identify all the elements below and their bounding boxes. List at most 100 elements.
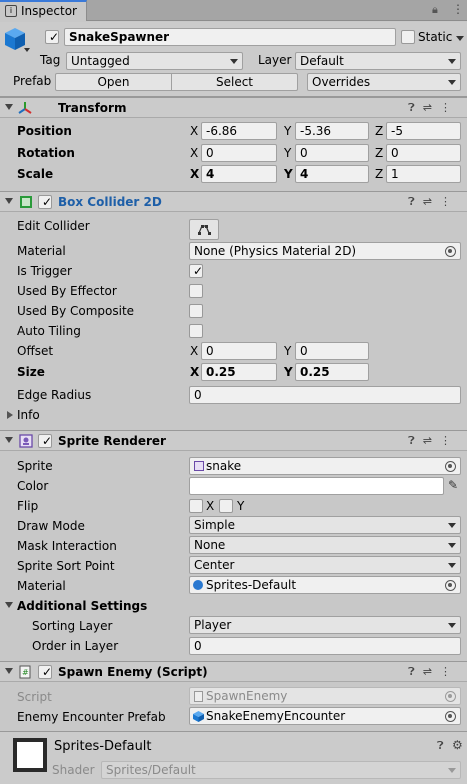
component-icons[interactable]: ❓︎⇌⋮ — [408, 195, 459, 209]
spawn-enemy-header[interactable]: # ✓ Spawn Enemy (Script) ❓︎⇌⋮ — [0, 661, 467, 682]
material-label: Material — [17, 244, 66, 258]
edge-radius-input[interactable]: 0 — [189, 386, 461, 404]
open-button[interactable]: Open — [55, 73, 172, 91]
object-picker-icon[interactable] — [445, 246, 456, 257]
tab-menu-icon[interactable]: ⋮ — [452, 2, 464, 16]
sprite-row: Sprite snake — [0, 456, 467, 476]
scale-y-input[interactable]: 4 — [295, 165, 369, 183]
script-asset-icon — [194, 691, 203, 702]
more-icon[interactable]: ⋮ — [440, 434, 459, 447]
order-in-layer-label: Order in Layer — [32, 639, 119, 653]
component-icons[interactable]: ❓︎⇌⋮ — [408, 101, 459, 115]
position-z-input[interactable]: -5 — [386, 122, 461, 140]
foldout-arrow-icon[interactable] — [5, 198, 13, 204]
tab-label: Inspector — [21, 4, 77, 18]
help-icon[interactable]: ❓︎ — [408, 434, 423, 447]
presets-icon[interactable]: ⇌ — [423, 101, 440, 114]
active-checkbox[interactable]: ✓ — [45, 30, 59, 44]
more-icon[interactable]: ⋮ — [440, 101, 459, 114]
order-in-layer-input[interactable]: 0 — [189, 637, 461, 655]
scale-x-input[interactable]: 4 — [201, 165, 277, 183]
script-value: SpawnEnemy — [206, 689, 288, 703]
color-swatch[interactable] — [189, 477, 444, 495]
more-icon[interactable]: ⋮ — [440, 665, 459, 678]
draw-mode-value: Simple — [194, 518, 235, 532]
scale-z-input[interactable]: 1 — [386, 165, 461, 183]
collider-material-field[interactable]: None (Physics Material 2D) — [189, 242, 461, 260]
object-picker-icon[interactable] — [445, 461, 456, 472]
rotation-y-input[interactable]: 0 — [295, 144, 369, 162]
chevron-down-icon[interactable] — [24, 48, 30, 52]
presets-icon[interactable]: ⇌ — [423, 434, 440, 447]
tag-dropdown[interactable]: Untagged — [66, 52, 243, 70]
help-icon[interactable]: ❓︎ — [408, 665, 423, 678]
lock-icon[interactable]: 🔒︎ — [432, 3, 438, 17]
box-collider-header[interactable]: ✓ Box Collider 2D ❓︎⇌⋮ — [0, 191, 467, 212]
position-x-input[interactable]: -6.86 — [201, 122, 277, 140]
info-row[interactable]: Info — [0, 405, 467, 425]
foldout-arrow-icon[interactable] — [5, 104, 13, 110]
help-icon[interactable]: ❓︎ — [408, 195, 423, 208]
is-trigger-checkbox[interactable]: ✓ — [189, 264, 203, 278]
material-preview[interactable] — [13, 738, 47, 772]
auto-tiling-checkbox[interactable] — [189, 324, 203, 338]
used-by-composite-checkbox[interactable] — [189, 304, 203, 318]
transform-header[interactable]: Transform ❓︎⇌⋮ — [0, 97, 467, 118]
collider-material-value: None (Physics Material 2D) — [194, 244, 357, 258]
component-icons[interactable]: ❓︎⇌⋮ — [408, 665, 459, 679]
offset-x-input[interactable]: 0 — [201, 342, 277, 360]
position-y-input[interactable]: -5.36 — [295, 122, 369, 140]
additional-settings-row[interactable]: Additional Settings — [0, 596, 467, 616]
size-x-input[interactable]: 0.25 — [201, 363, 277, 381]
enemy-encounter-prefab-field[interactable]: SnakeEnemyEncounter — [189, 707, 461, 725]
script-field: SpawnEnemy — [189, 687, 461, 705]
sorting-layer-dropdown[interactable]: Player — [189, 616, 461, 634]
sprite-asset-icon — [194, 461, 204, 471]
eyedropper-icon[interactable]: ✎ — [448, 478, 458, 492]
draw-mode-dropdown[interactable]: Simple — [189, 516, 461, 534]
sprite-material-field[interactable]: Sprites-Default — [189, 576, 461, 594]
help-icon[interactable]: ❓︎ — [408, 101, 423, 114]
box-collider-enabled-checkbox[interactable]: ✓ — [38, 195, 52, 209]
position-row: Position X -6.86 Y -5.36 Z -5 — [0, 121, 467, 141]
spawn-enemy-enabled-checkbox[interactable]: ✓ — [38, 665, 52, 679]
offset-y-input[interactable]: 0 — [295, 342, 369, 360]
object-picker-icon[interactable] — [445, 580, 456, 591]
check-icon: ✓ — [193, 264, 204, 278]
layer-dropdown[interactable]: Default — [295, 52, 461, 70]
gear-icon[interactable]: ⚙ — [452, 738, 463, 752]
flip-x-checkbox[interactable] — [189, 499, 203, 513]
chevron-down-icon[interactable] — [456, 36, 464, 41]
foldout-arrow-icon[interactable] — [5, 437, 13, 443]
edit-collider-button[interactable] — [189, 219, 219, 240]
foldout-arrow-icon[interactable] — [7, 411, 13, 419]
mask-interaction-dropdown[interactable]: None — [189, 536, 461, 554]
sort-point-row: Sprite Sort Point Center — [0, 556, 467, 576]
object-header: ✓ SnakeSpawner Static Tag Untagged Layer… — [0, 22, 467, 97]
mask-interaction-value: None — [194, 538, 226, 552]
foldout-arrow-icon[interactable] — [5, 668, 13, 674]
object-name-input[interactable]: SnakeSpawner — [64, 28, 396, 46]
rotation-z-input[interactable]: 0 — [386, 144, 461, 162]
object-picker-icon[interactable] — [445, 711, 456, 722]
sprite-renderer-header[interactable]: ✓ Sprite Renderer ❓︎⇌⋮ — [0, 430, 467, 451]
help-icon[interactable]: ❓︎ — [437, 739, 444, 753]
more-icon[interactable]: ⋮ — [440, 195, 459, 208]
sort-point-dropdown[interactable]: Center — [189, 556, 461, 574]
flip-y-checkbox[interactable] — [219, 499, 233, 513]
sprite-field[interactable]: snake — [189, 457, 461, 475]
layer-value: Default — [300, 54, 344, 68]
presets-icon[interactable]: ⇌ — [423, 665, 440, 678]
foldout-arrow-icon[interactable] — [5, 602, 13, 608]
used-by-effector-checkbox[interactable] — [189, 284, 203, 298]
size-y-input[interactable]: 0.25 — [295, 363, 369, 381]
rotation-x-input[interactable]: 0 — [201, 144, 277, 162]
overrides-dropdown[interactable]: Overrides — [307, 73, 461, 91]
presets-icon[interactable]: ⇌ — [423, 195, 440, 208]
sprite-renderer-enabled-checkbox[interactable]: ✓ — [38, 434, 52, 448]
static-checkbox[interactable] — [401, 30, 415, 44]
size-row: Size X 0.25 Y 0.25 — [0, 362, 467, 382]
tab-inspector[interactable]: i Inspector — [0, 0, 87, 21]
component-icons[interactable]: ❓︎⇌⋮ — [408, 434, 459, 448]
select-button[interactable]: Select — [171, 73, 298, 91]
